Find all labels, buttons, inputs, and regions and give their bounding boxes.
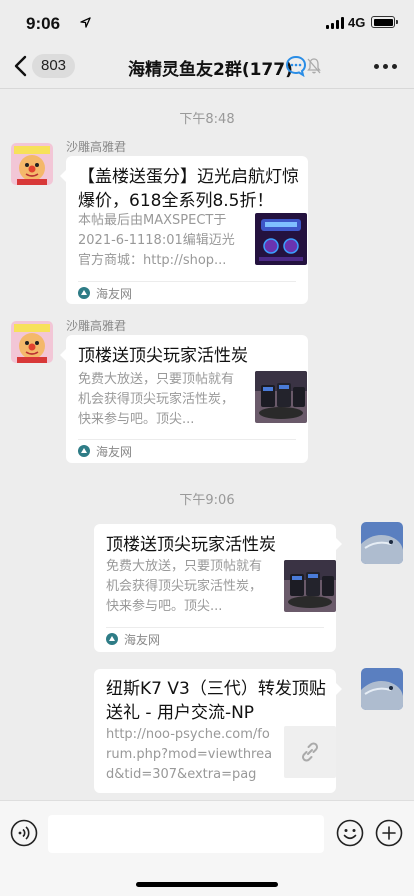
shared-article-card[interactable]: 顶楼送顶尖玩家活性炭 免费大放送，只要顶帖就有机会获得顶尖玩家活性炭，快来参与吧… bbox=[94, 524, 342, 652]
card-source-label: 海友网 bbox=[96, 286, 133, 301]
card-divider bbox=[106, 627, 324, 628]
my-avatar[interactable] bbox=[361, 522, 403, 564]
plus-icon[interactable] bbox=[375, 819, 403, 847]
voice-icon[interactable] bbox=[10, 819, 38, 847]
sender-avatar[interactable] bbox=[11, 143, 53, 185]
sender-avatar[interactable] bbox=[11, 321, 53, 363]
network-type: 4G bbox=[348, 15, 366, 30]
more-icon[interactable] bbox=[374, 56, 398, 76]
card-thumbnail bbox=[255, 213, 307, 265]
card-title: 顶楼送顶尖玩家活性炭 bbox=[106, 535, 276, 555]
back-chevron-icon[interactable] bbox=[12, 54, 32, 78]
mute-bell-icon bbox=[307, 58, 321, 74]
link-url: http://noo-psyche.com/forum.php?mod=view… bbox=[106, 727, 273, 782]
card-title: 【盖楼送蛋分】迈光启航灯惊爆价，618全系列8.5折！ bbox=[78, 167, 299, 211]
unread-count-badge[interactable]: 803 bbox=[32, 54, 76, 78]
chat-bubble-icon bbox=[285, 55, 307, 77]
card-description: 免费大放送，只要顶帖就有机会获得顶尖玩家活性炭，快来参与吧。顶尖... bbox=[78, 372, 235, 427]
source-logo-icon bbox=[106, 633, 118, 645]
card-description: 免费大放送，只要顶帖就有机会获得顶尖玩家活性炭，快来参与吧。顶尖... bbox=[106, 559, 263, 614]
shared-article-card[interactable]: 顶楼送顶尖玩家活性炭 免费大放送，只要顶帖就有机会获得顶尖玩家活性炭，快来参与吧… bbox=[60, 335, 308, 463]
card-source: 海友网 bbox=[78, 285, 132, 301]
shared-link-card[interactable]: 纽斯K7 V3（三代）转发顶贴送礼 - 用户交流-NP http://noo-p… bbox=[94, 669, 342, 793]
source-logo-icon bbox=[78, 445, 90, 457]
card-divider bbox=[78, 281, 296, 282]
message-input[interactable] bbox=[48, 815, 324, 853]
link-icon bbox=[284, 726, 336, 778]
chat-title: 海精灵鱼友2群(177) bbox=[128, 60, 293, 80]
header-divider bbox=[0, 88, 414, 89]
shared-article-card[interactable]: 【盖楼送蛋分】迈光启航灯惊爆价，618全系列8.5折！ 本帖最后由MAXSPEC… bbox=[60, 156, 308, 304]
signal-icon bbox=[326, 17, 344, 29]
message-timestamp: 下午8:48 bbox=[179, 112, 235, 127]
card-source-label: 海友网 bbox=[96, 444, 133, 459]
card-description: 本帖最后由MAXSPECT于2021-6-1118:01编辑迈光官方商城：htt… bbox=[78, 213, 235, 268]
location-arrow-icon bbox=[80, 17, 91, 28]
status-time: 9:06 bbox=[26, 14, 61, 33]
card-source: 海友网 bbox=[106, 631, 160, 647]
home-indicator[interactable] bbox=[136, 882, 278, 887]
battery-icon bbox=[371, 16, 398, 28]
status-bar: 9:06 4G bbox=[0, 0, 414, 48]
sender-name: 沙雕高雅君 bbox=[66, 140, 127, 154]
card-thumbnail bbox=[284, 560, 336, 612]
link-title: 纽斯K7 V3（三代）转发顶贴送礼 - 用户交流-NP bbox=[106, 679, 326, 723]
card-source-label: 海友网 bbox=[124, 632, 161, 647]
card-source: 海友网 bbox=[78, 443, 132, 459]
chat-header: 803 海精灵鱼友2群(177) bbox=[0, 48, 414, 86]
message-timestamp: 下午9:06 bbox=[179, 493, 235, 508]
card-divider bbox=[78, 439, 296, 440]
sender-name: 沙雕高雅君 bbox=[66, 319, 127, 333]
source-logo-icon bbox=[78, 287, 90, 299]
emoji-icon[interactable] bbox=[336, 819, 364, 847]
card-thumbnail bbox=[255, 371, 307, 423]
my-avatar[interactable] bbox=[361, 668, 403, 710]
card-title: 顶楼送顶尖玩家活性炭 bbox=[78, 346, 248, 366]
